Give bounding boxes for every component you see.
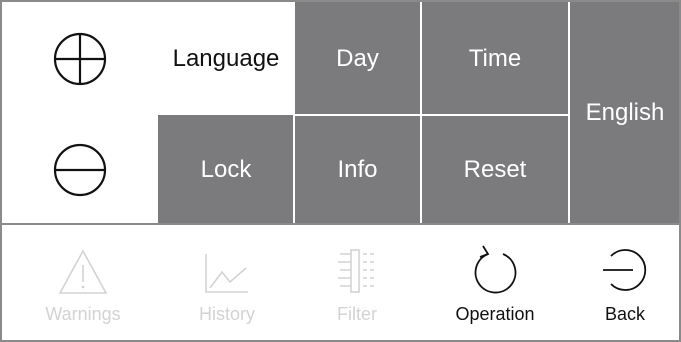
increase-button[interactable] — [2, 2, 158, 115]
nav-history-label: History — [198, 304, 255, 324]
nav-back-label: Back — [604, 304, 646, 324]
minus-circle-icon — [53, 143, 107, 196]
menu-info-label: Info — [337, 155, 378, 183]
menu-day[interactable]: Day — [294, 2, 421, 115]
refresh-icon — [474, 245, 517, 294]
nav-warnings[interactable]: Warnings — [18, 226, 148, 340]
plus-circle-icon — [53, 32, 107, 85]
menu-time-label: Time — [468, 44, 522, 72]
nav-divider — [2, 223, 679, 225]
menu-lock[interactable]: Lock — [158, 115, 294, 224]
grid-divider — [294, 114, 569, 116]
decrease-button[interactable] — [2, 115, 158, 224]
menu-reset-label: Reset — [463, 155, 527, 183]
nav-operation[interactable]: Operation — [430, 226, 560, 340]
menu-time[interactable]: Time — [421, 2, 569, 115]
nav-history[interactable]: History — [162, 226, 292, 340]
history-chart-icon — [205, 254, 248, 293]
nav-filter[interactable]: Filter — [292, 226, 422, 340]
menu-lock-label: Lock — [200, 155, 252, 183]
grid-divider — [420, 2, 422, 224]
grid-divider — [293, 2, 295, 224]
menu-reset[interactable]: Reset — [421, 115, 569, 224]
nav-operation-label: Operation — [455, 304, 535, 324]
warning-triangle-icon — [58, 249, 108, 294]
menu-info[interactable]: Info — [294, 115, 421, 224]
control-panel: Language Day Time English Lock Info Rese… — [0, 0, 681, 342]
menu-language-label: Language — [172, 44, 280, 72]
back-icon — [603, 249, 647, 291]
nav-warnings-label: Warnings — [45, 304, 121, 324]
language-value-english[interactable]: English — [569, 2, 679, 224]
menu-day-label: Day — [336, 44, 379, 72]
grid-divider — [568, 2, 570, 224]
filter-icon — [338, 249, 374, 293]
menu-language[interactable]: Language — [158, 2, 294, 115]
nav-filter-label: Filter — [337, 304, 377, 324]
nav-back[interactable]: Back — [570, 226, 679, 340]
language-value-label: English — [585, 99, 665, 126]
